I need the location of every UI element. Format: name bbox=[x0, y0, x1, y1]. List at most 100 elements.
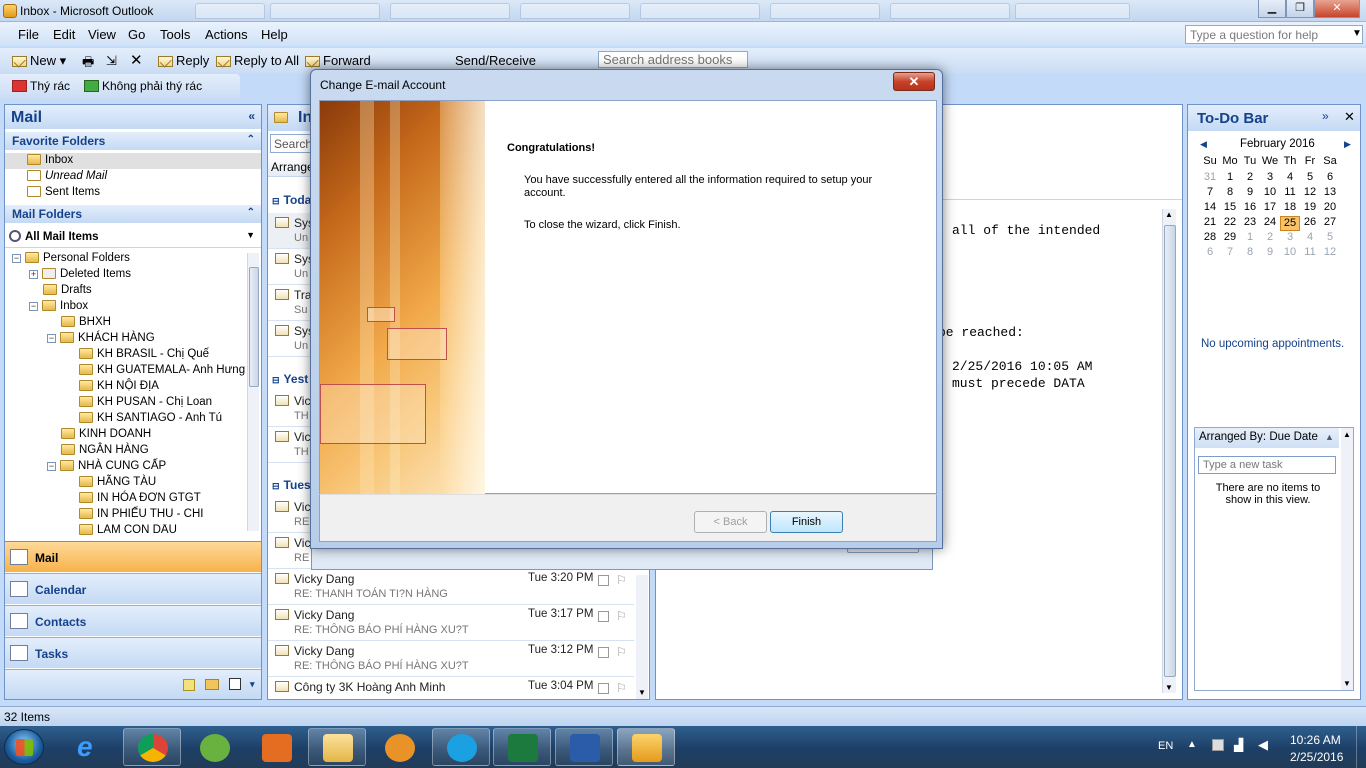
category-checkbox[interactable] bbox=[598, 575, 609, 586]
calendar-day[interactable]: 16 bbox=[1240, 201, 1260, 213]
folder-inbox[interactable]: − Inbox bbox=[29, 300, 88, 312]
shortcuts-icon[interactable] bbox=[229, 678, 241, 690]
favorite-folders-header[interactable]: Favorite Folders ⌃ bbox=[5, 132, 261, 150]
sort-icon[interactable]: ▲ bbox=[1325, 432, 1334, 442]
maximize-button[interactable]: ❐ bbox=[1286, 0, 1314, 18]
calendar-day[interactable]: 1 bbox=[1240, 231, 1260, 243]
calendar-day[interactable]: 13 bbox=[1320, 186, 1340, 198]
chevron-down-icon[interactable]: ▼ bbox=[246, 230, 255, 240]
reply-all-button[interactable]: Reply to All bbox=[216, 53, 299, 68]
collapse-icon[interactable]: ⌃ bbox=[247, 207, 255, 218]
collapse-icon[interactable]: ⊟ bbox=[272, 196, 280, 206]
folder-list-icon[interactable] bbox=[205, 679, 219, 690]
scroll-up-icon[interactable]: ▲ bbox=[1343, 430, 1351, 439]
move-icon[interactable]: ⇲ bbox=[106, 53, 117, 69]
folder-ncc3[interactable]: IN PHIẾU THU - CHI bbox=[79, 508, 204, 520]
folder-ngan-hang[interactable]: NGÂN HÀNG bbox=[61, 444, 149, 456]
calendar-day[interactable]: 7 bbox=[1200, 186, 1220, 198]
folder-bhxh[interactable]: BHXH bbox=[61, 316, 111, 328]
reply-button[interactable]: Reply bbox=[158, 53, 209, 68]
folder-ncc1[interactable]: HÃNG TÀU bbox=[79, 476, 156, 488]
clock-date[interactable]: 2/25/2016 bbox=[1290, 750, 1343, 764]
task-scrollbar[interactable]: ▲ ▼ bbox=[1341, 428, 1353, 690]
next-month-icon[interactable]: ▶ bbox=[1344, 139, 1351, 150]
group-header-yesterday[interactable]: ⊟ Yest bbox=[272, 372, 308, 386]
table-row[interactable]: Vicky Dang RE: THÔNG BÁO PHÍ HÀNG XU?T Tue… bbox=[268, 641, 634, 677]
scrollbar-thumb[interactable] bbox=[1164, 225, 1176, 677]
send-receive-button[interactable]: Send/Receive bbox=[455, 53, 536, 68]
calendar-day[interactable]: 17 bbox=[1260, 201, 1280, 213]
junk-button[interactable]: Thý rác bbox=[12, 79, 70, 93]
calendar-day[interactable]: 12 bbox=[1320, 246, 1340, 258]
taskbar-app3[interactable] bbox=[185, 728, 243, 766]
arranged-by-header[interactable]: Arranged By: Due Date ▲ bbox=[1195, 428, 1339, 448]
table-row[interactable]: Vicky Dang RE: THANH TOÁN TI?N HÀNG Tue 3:… bbox=[268, 569, 634, 605]
start-button[interactable] bbox=[4, 729, 44, 765]
new-task-input[interactable]: Type a new task bbox=[1198, 456, 1336, 474]
taskbar-ie[interactable]: e bbox=[62, 728, 120, 766]
folder-kinh-doanh[interactable]: KINH DOANH bbox=[61, 428, 151, 440]
taskbar-excel[interactable] bbox=[493, 728, 551, 766]
calendar-day[interactable]: 3 bbox=[1280, 231, 1300, 243]
collapse-icon[interactable]: − bbox=[47, 334, 56, 343]
flag-icon[interactable]: ⚐ bbox=[616, 681, 627, 695]
menu-file[interactable]: File bbox=[18, 27, 39, 42]
language-indicator[interactable]: EN bbox=[1158, 740, 1173, 752]
nav-button-mail[interactable]: Mail bbox=[5, 541, 261, 572]
all-mail-items-dropdown[interactable]: All Mail Items ▼ bbox=[5, 226, 261, 248]
calendar-day[interactable]: 1 bbox=[1220, 171, 1240, 183]
calendar-day[interactable]: 7 bbox=[1220, 246, 1240, 258]
search-address-input[interactable]: Search address books bbox=[598, 51, 748, 68]
calendar-day[interactable]: 14 bbox=[1200, 201, 1220, 213]
collapse-icon[interactable]: ⊟ bbox=[272, 375, 280, 385]
calendar-day[interactable]: 2 bbox=[1260, 231, 1280, 243]
calendar-day[interactable]: 9 bbox=[1240, 186, 1260, 198]
flag-icon[interactable]: ⚐ bbox=[616, 609, 627, 623]
reading-scrollbar[interactable]: ▲ ▼ bbox=[1162, 209, 1176, 693]
minimize-button[interactable]: ▁ bbox=[1258, 0, 1286, 18]
scroll-down-icon[interactable]: ▼ bbox=[1165, 683, 1173, 692]
notes-icon[interactable] bbox=[183, 679, 195, 691]
menu-actions[interactable]: Actions bbox=[205, 27, 248, 42]
flag-icon[interactable]: ⚐ bbox=[616, 645, 627, 659]
calendar-day[interactable]: 24 bbox=[1260, 216, 1280, 228]
menu-go[interactable]: Go bbox=[128, 27, 145, 42]
dialog-close-button[interactable]: ✕ bbox=[893, 72, 935, 91]
calendar-day[interactable]: 2 bbox=[1240, 171, 1260, 183]
calendar-day[interactable]: 25 bbox=[1280, 216, 1300, 231]
not-junk-button[interactable]: Không phải thý rác bbox=[84, 79, 202, 93]
calendar-day[interactable]: 26 bbox=[1300, 216, 1320, 228]
taskbar-media[interactable] bbox=[247, 728, 305, 766]
calendar-day[interactable]: 12 bbox=[1300, 186, 1320, 198]
folder-personal[interactable]: − Personal Folders bbox=[12, 252, 130, 264]
finish-button[interactable]: Finish bbox=[770, 511, 843, 533]
menu-view[interactable]: View bbox=[88, 27, 116, 42]
menu-tools[interactable]: Tools bbox=[160, 27, 190, 42]
calendar-day[interactable]: 19 bbox=[1300, 201, 1320, 213]
taskbar-word[interactable] bbox=[555, 728, 613, 766]
calendar-day[interactable]: 27 bbox=[1320, 216, 1340, 228]
collapse-icon[interactable]: ⊟ bbox=[272, 481, 280, 491]
calendar-day[interactable]: 8 bbox=[1240, 246, 1260, 258]
calendar-day[interactable]: 6 bbox=[1320, 171, 1340, 183]
expand-icon[interactable]: + bbox=[29, 270, 38, 279]
menu-help[interactable]: Help bbox=[261, 27, 288, 42]
calendar-day[interactable]: 11 bbox=[1300, 246, 1320, 258]
category-checkbox[interactable] bbox=[598, 611, 609, 622]
folder-deleted[interactable]: + Deleted Items bbox=[29, 268, 131, 280]
expand-icon[interactable]: » bbox=[1322, 109, 1329, 123]
clock-time[interactable]: 10:26 AM bbox=[1290, 733, 1341, 747]
folder-kh5[interactable]: KH SANTIAGO - Anh Tú bbox=[79, 412, 222, 424]
show-hidden-icons[interactable]: ▲ bbox=[1187, 739, 1197, 750]
collapse-icon[interactable]: ⌃ bbox=[247, 134, 255, 145]
table-row[interactable]: Công ty 3K Hoàng Anh Minh Tue 3:04 PM ⚐ bbox=[268, 677, 634, 699]
category-checkbox[interactable] bbox=[598, 647, 609, 658]
calendar-day[interactable]: 5 bbox=[1300, 171, 1320, 183]
configure-buttons-icon[interactable]: ▾ bbox=[250, 679, 255, 690]
help-dropdown-icon[interactable]: ▼ bbox=[1352, 28, 1362, 39]
flag-icon[interactable]: ⚐ bbox=[616, 573, 627, 587]
collapse-nav-icon[interactable]: « bbox=[248, 109, 255, 123]
folder-ncc2[interactable]: IN HÓA ĐƠN GTGT bbox=[79, 492, 201, 504]
calendar-day[interactable]: 22 bbox=[1220, 216, 1240, 228]
help-search-input[interactable]: Type a question for help bbox=[1185, 25, 1363, 44]
